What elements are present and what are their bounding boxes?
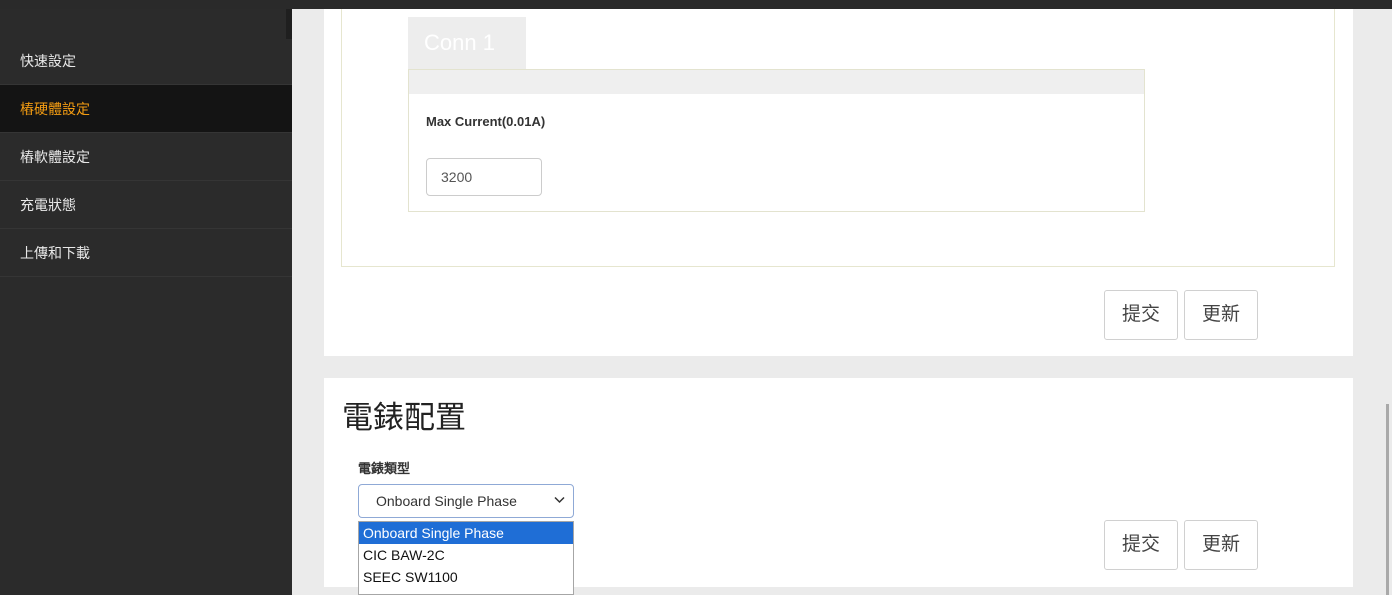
chevron-down-icon [554,485,565,517]
top-bar [0,0,1392,9]
page-scrollbar[interactable] [1386,404,1389,595]
dropdown-option[interactable]: Onboard Single Phase [359,522,573,544]
max-current-input[interactable]: 3200 [426,158,542,196]
meter-type-select[interactable]: Onboard Single Phase [358,484,574,518]
sidebar-nav: 快速設定 樁硬體設定 樁軟體設定 充電狀態 上傳和下載 [0,37,292,277]
max-current-label: Max Current(0.01A) [426,114,546,129]
meter-type-label: 電錶類型 [358,461,411,476]
meter-submit-button[interactable]: 提交 [1104,520,1178,570]
sidebar-item-quick-settings[interactable]: 快速設定 [0,37,292,85]
connector-settings-panel: Conn 1 Max Current(0.01A) 3200 提交 更新 [324,9,1353,356]
refresh-button[interactable]: 更新 [1184,290,1258,340]
connector-container: Conn 1 Max Current(0.01A) 3200 [341,9,1335,267]
dropdown-option[interactable]: SEEC SW1100 [359,566,573,588]
sidebar-item-upload-download[interactable]: 上傳和下載 [0,229,292,277]
connector-card: Max Current(0.01A) 3200 [408,69,1145,212]
section-title: 電錶配置 [342,400,466,435]
sidebar-item-software-settings[interactable]: 樁軟體設定 [0,133,292,181]
tab-conn-1[interactable]: Conn 1 [408,17,526,69]
submit-button[interactable]: 提交 [1104,290,1178,340]
connector-card-header [409,70,1144,94]
meter-refresh-button[interactable]: 更新 [1184,520,1258,570]
dropdown-option[interactable]: CIC BAW-2C [359,544,573,566]
sidebar-item-hardware-settings[interactable]: 樁硬體設定 [0,85,292,133]
sidebar-item-charging-status[interactable]: 充電狀態 [0,181,292,229]
meter-type-selected-value: Onboard Single Phase [376,493,517,509]
meter-type-dropdown: Onboard Single Phase CIC BAW-2C SEEC SW1… [358,521,574,595]
sidebar-scroll-edge [286,9,292,39]
